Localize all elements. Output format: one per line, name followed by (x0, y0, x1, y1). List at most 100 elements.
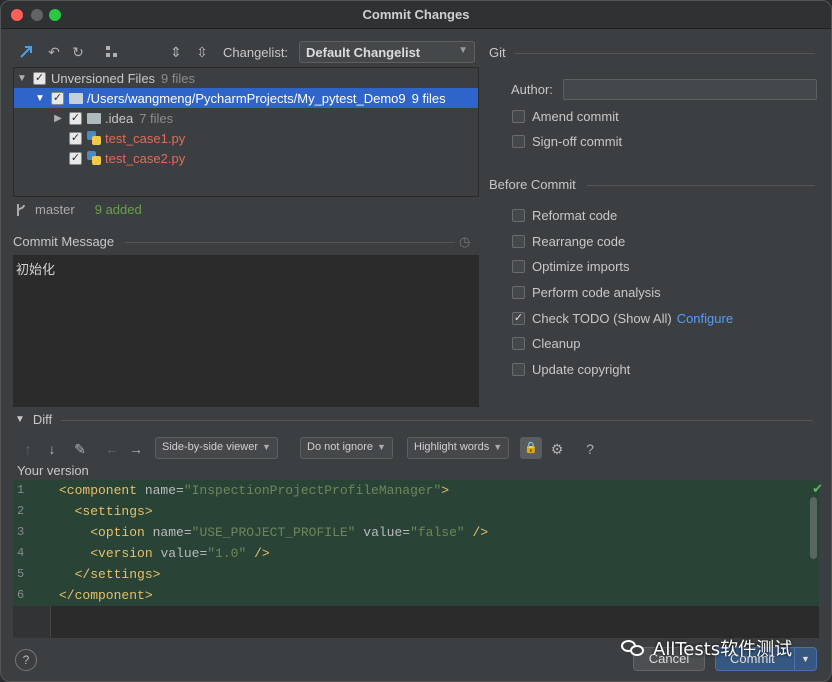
title-bar: Commit Changes (1, 1, 831, 29)
python-file-icon (87, 151, 101, 165)
todo-checkbox[interactable]: ✓ (512, 312, 525, 325)
author-label: Author: (511, 82, 553, 97)
divider (515, 53, 815, 54)
reformat-checkbox[interactable] (512, 209, 525, 222)
checkbox-file2[interactable]: ✓ (69, 151, 82, 165)
folder-icon (87, 112, 101, 124)
code-analysis-option[interactable]: Perform code analysis (512, 285, 661, 300)
commit-message-input[interactable]: 初始化 (13, 255, 479, 407)
amend-commit-option[interactable]: Amend commit (512, 109, 619, 124)
signoff-commit-option[interactable]: Sign-off commit (512, 134, 622, 149)
lock-icon[interactable]: 🔒 (520, 437, 542, 459)
line-number: 1 (17, 483, 25, 497)
option-label: Cleanup (532, 336, 581, 351)
branch-added-count: 9 added (94, 202, 142, 217)
cleanup-checkbox[interactable] (512, 337, 525, 350)
file2-label: test_case2.py (105, 150, 186, 166)
code-line: 2 <settings> (13, 501, 819, 522)
amend-checkbox[interactable] (512, 110, 525, 123)
author-input[interactable] (563, 79, 817, 100)
rearrange-checkbox[interactable] (512, 235, 525, 248)
diff-editor[interactable]: 1 <component name="InspectionProjectProf… (13, 480, 819, 638)
file1-label: test_case1.py (105, 130, 186, 146)
checkbox-file1[interactable]: ✓ (69, 131, 82, 145)
collapse-all-icon[interactable]: ⇳ (193, 43, 211, 61)
diff-header[interactable]: ▼ Diff (15, 412, 52, 427)
code-line: 1 <component name="InspectionProjectProf… (13, 480, 819, 501)
checkbox-idea[interactable]: ✓ (69, 111, 82, 125)
show-diff-icon[interactable] (17, 43, 35, 61)
analysis-checkbox[interactable] (512, 286, 525, 299)
collapse-arrow-icon[interactable]: ▶ (52, 113, 64, 124)
no-problems-check-icon: ✔ (812, 481, 823, 496)
viewer-dropdown[interactable]: Side-by-side viewer ▼ (155, 437, 278, 459)
your-version-label: Your version (17, 463, 89, 478)
python-file-icon (87, 131, 101, 145)
help-button[interactable]: ? (15, 649, 37, 671)
forward-arrow-icon[interactable]: → (127, 440, 145, 458)
commit-options-arrow-icon[interactable]: ▼ (794, 648, 816, 670)
next-difference-icon[interactable]: ↓ (43, 440, 61, 458)
tree-row-idea[interactable]: ▶ ✓ .idea 7 files (14, 108, 478, 128)
line-number: 4 (17, 546, 25, 560)
idea-count: 7 files (139, 110, 174, 126)
idea-label: .idea (105, 110, 134, 126)
refresh-icon[interactable]: ↻ (69, 43, 87, 61)
expand-all-icon[interactable]: ⇕ (167, 43, 185, 61)
window-title: Commit Changes (362, 7, 470, 22)
folder-icon (69, 92, 83, 104)
previous-difference-icon[interactable]: ↑ (19, 440, 37, 458)
project-count: 9 files (411, 90, 446, 106)
chevron-down-icon[interactable]: ▼ (15, 414, 25, 425)
check-todo-option[interactable]: ✓ Check TODO (Show All) Configure (512, 311, 733, 326)
expand-arrow-icon[interactable]: ▼ (16, 73, 28, 84)
diff-title: Diff (32, 412, 53, 427)
tree-root-count: 9 files (161, 70, 196, 86)
edit-source-icon[interactable]: ✎ (71, 440, 89, 458)
code-line: 5 </settings> (13, 564, 819, 585)
diff-toolbar: ↑ ↓ ✎ ← → Side-by-side viewer ▼ Do not ig… (15, 437, 815, 461)
changes-toolbar: ↶ ↻ ⇕ ⇳ Changelist: Default Changelist ▼ (1, 37, 481, 67)
wechat-logo-icon (621, 638, 645, 658)
git-section-title: Git (489, 45, 506, 60)
chevron-down-icon: ▼ (493, 442, 503, 452)
cleanup-option[interactable]: Cleanup (512, 336, 580, 351)
editor-scrollbar[interactable] (810, 497, 817, 559)
tree-row-unversioned[interactable]: ▼ ✓ Unversioned Files 9 files (14, 68, 478, 88)
rearrange-code-option[interactable]: Rearrange code (512, 234, 625, 249)
gear-icon[interactable]: ⚙ (548, 440, 566, 458)
optimize-imports-option[interactable]: Optimize imports (512, 259, 630, 274)
signoff-label: Sign-off commit (532, 134, 623, 149)
expand-arrow-icon[interactable]: ▼ (34, 93, 46, 104)
option-label: Rearrange code (532, 234, 626, 249)
changes-tree[interactable]: ▼ ✓ Unversioned Files 9 files ▼ ✓ /Users… (13, 67, 479, 197)
update-copyright-option[interactable]: Update copyright (512, 362, 630, 377)
code-line: 3 <option name="USE_PROJECT_PROFILE" val… (13, 522, 819, 543)
checkbox-unversioned[interactable]: ✓ (33, 71, 46, 85)
back-arrow-icon[interactable]: ← (103, 440, 121, 458)
project-path: /Users/wangmeng/PycharmProjects/My_pytes… (87, 90, 406, 106)
optimize-checkbox[interactable] (512, 260, 525, 273)
ignore-dropdown[interactable]: Do not ignore ▼ (300, 437, 393, 459)
checkbox-project[interactable]: ✓ (51, 91, 64, 105)
group-by-icon[interactable] (103, 43, 121, 61)
chevron-down-icon: ▼ (377, 442, 386, 452)
rollback-icon[interactable]: ↶ (45, 43, 63, 61)
tree-root-label: Unversioned Files (51, 70, 156, 86)
help-icon[interactable]: ? (581, 440, 599, 458)
chevron-down-icon: ▼ (458, 45, 468, 56)
line-number: 6 (17, 588, 25, 602)
changelist-label: Changelist: (223, 45, 289, 60)
signoff-checkbox[interactable] (512, 135, 525, 148)
tree-row-project[interactable]: ▼ ✓ /Users/wangmeng/PycharmProjects/My_p… (14, 88, 478, 108)
configure-link[interactable]: Configure (677, 311, 733, 326)
tree-row-file2[interactable]: ✓ test_case2.py (14, 148, 478, 168)
reformat-code-option[interactable]: Reformat code (512, 208, 617, 223)
copyright-checkbox[interactable] (512, 363, 525, 376)
highlight-dropdown[interactable]: Highlight words ▼ (407, 437, 510, 459)
changelist-dropdown[interactable]: Default Changelist ▼ (299, 41, 475, 63)
history-clock-icon[interactable]: ◷ (459, 234, 470, 250)
tree-row-file1[interactable]: ✓ test_case1.py (14, 128, 478, 148)
divider (125, 242, 455, 243)
divider (61, 420, 813, 421)
